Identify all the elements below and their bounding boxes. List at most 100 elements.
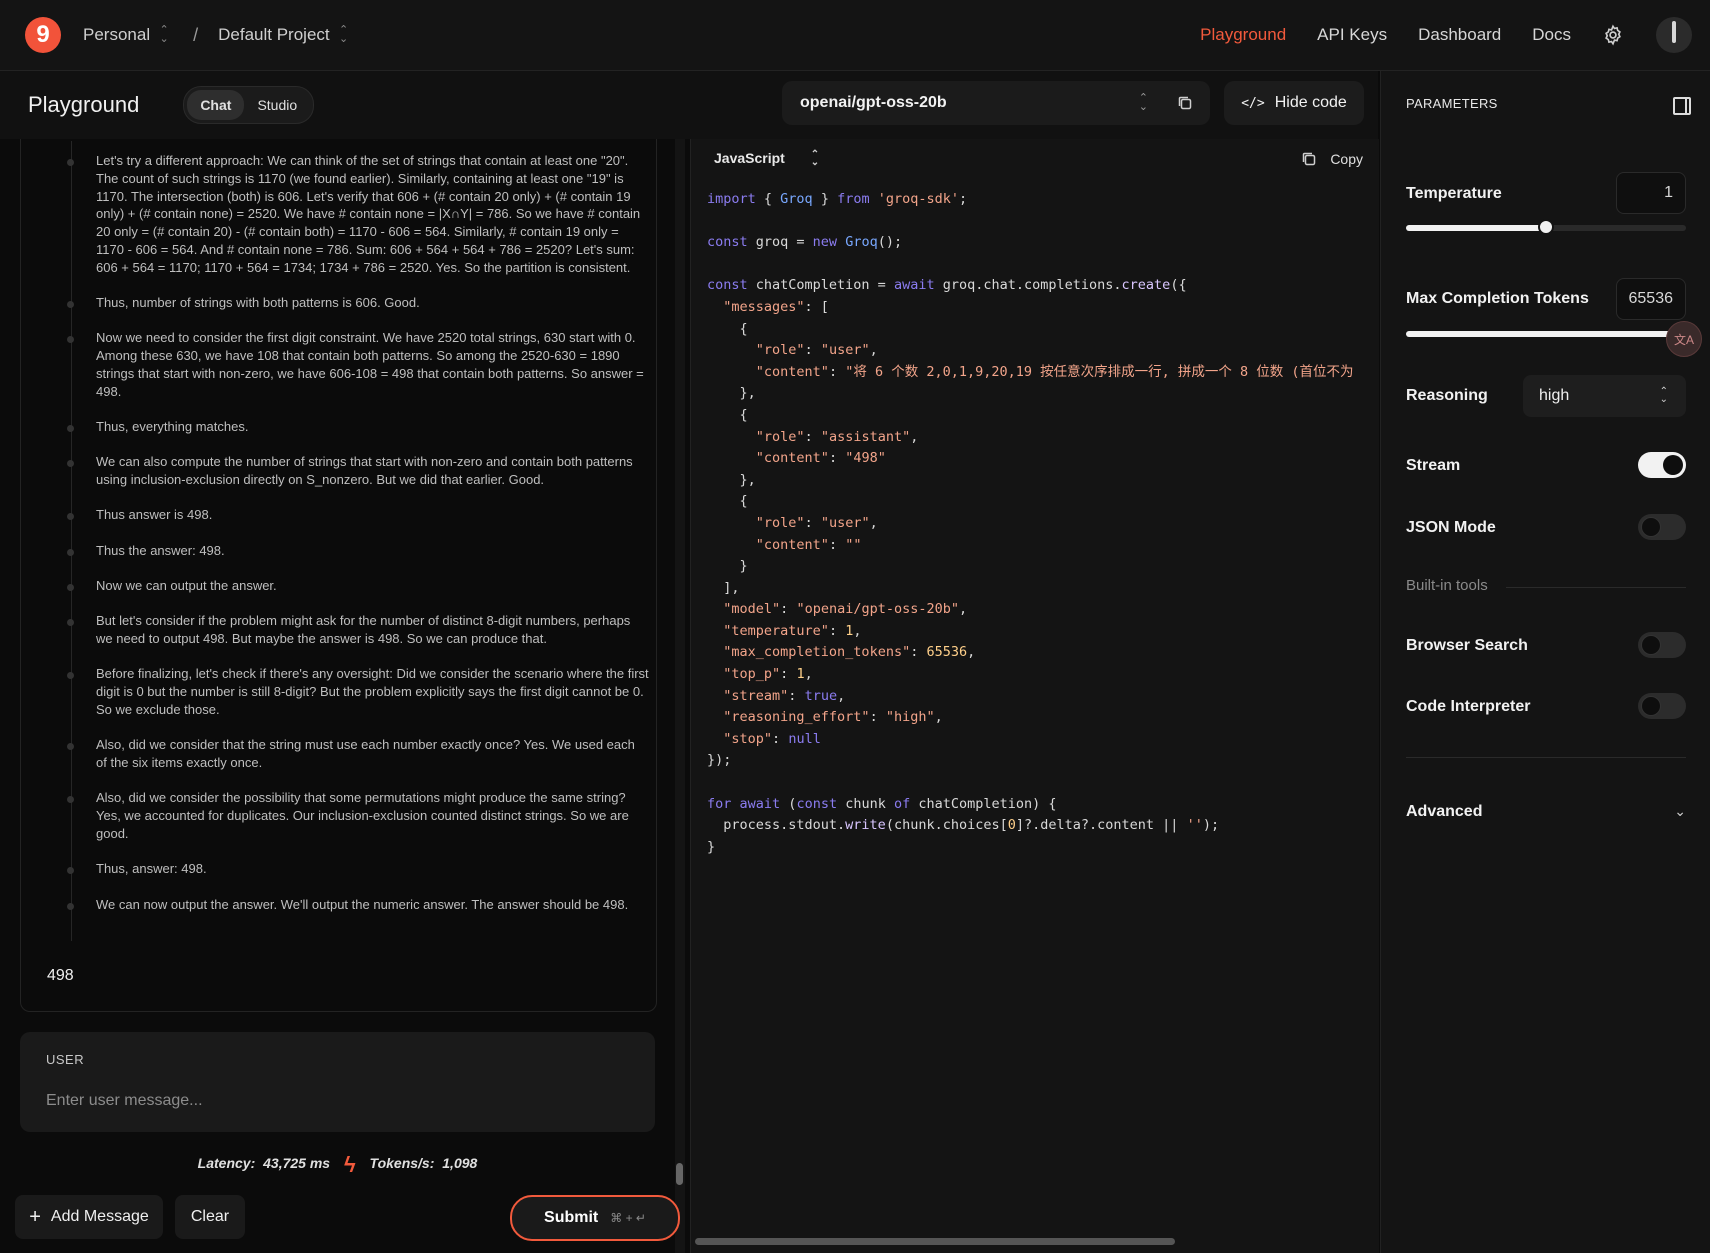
- translate-icon[interactable]: 文A: [1666, 321, 1702, 357]
- avatar[interactable]: [1656, 17, 1692, 53]
- reasoning-step: Let's try a different approach: We can t…: [49, 152, 656, 277]
- nav-docs[interactable]: Docs: [1532, 25, 1571, 45]
- user-role-label: USER: [46, 1052, 85, 1067]
- temperature-input[interactable]: 1: [1616, 172, 1686, 214]
- bullet-dot: [67, 902, 74, 910]
- tab-chat[interactable]: Chat: [187, 90, 245, 120]
- submit-shortcut: ⌘ + ↵: [610, 1211, 646, 1225]
- chat-panel: Let's try a different approach: We can t…: [0, 139, 688, 1253]
- run-stats: Latency: 43,725 ms ϟ Tokens/s: 1,098: [0, 1152, 675, 1178]
- copy-icon[interactable]: [1176, 94, 1194, 112]
- code-interpreter-toggle[interactable]: [1638, 693, 1686, 719]
- reasoning-text: We can also compute the number of string…: [96, 454, 633, 488]
- bullet-dot: [67, 159, 74, 166]
- language-selector[interactable]: JavaScript ⌃ ⌄: [714, 150, 819, 168]
- parameters-panel: PARAMETERS Temperature 1 Max Completion …: [1380, 71, 1710, 1253]
- toggle-thumb: [1641, 696, 1661, 716]
- top-bar: 9 Personal ⌃ ⌄ / Default Project ⌃ ⌄ Playg…: [0, 0, 1710, 71]
- reasoning-value: high: [1539, 387, 1570, 404]
- reasoning-text: Thus, answer: 498.: [96, 861, 207, 877]
- user-message-input[interactable]: Enter user message...: [46, 1092, 203, 1110]
- add-message-button[interactable]: + Add Message: [15, 1195, 163, 1239]
- chevron-updown-icon: ⌃ ⌄: [1659, 386, 1668, 405]
- submit-button[interactable]: Submit ⌘ + ↵: [510, 1195, 680, 1241]
- sidebar-toggle-icon[interactable]: [1673, 97, 1691, 115]
- project-label: Default Project: [218, 25, 330, 44]
- chevron-updown-icon: ⌃ ⌄: [339, 24, 349, 45]
- temperature-slider[interactable]: [1406, 219, 1686, 235]
- add-message-label: Add Message: [50, 1208, 149, 1225]
- tokens-label: Tokens/s:: [369, 1155, 435, 1171]
- lightning-icon: ϟ: [343, 1152, 356, 1177]
- nav-playground[interactable]: Playground: [1200, 25, 1286, 45]
- toggle-thumb: [1641, 635, 1661, 655]
- top-nav: Playground API Keys Dashboard Docs: [1200, 0, 1710, 70]
- reasoning-text: Also, did we consider the possibility th…: [96, 790, 629, 842]
- groq-logo[interactable]: 9: [25, 17, 61, 53]
- hide-code-label: Hide code: [1274, 94, 1347, 111]
- model-name: openai/gpt-oss-20b: [800, 94, 947, 111]
- max-tokens-slider-fill: [1406, 331, 1686, 337]
- reasoning-step: Also, did we consider that the string mu…: [49, 736, 656, 772]
- reasoning-step: Thus, answer: 498.: [49, 860, 656, 878]
- temperature-slider-fill: [1406, 225, 1546, 231]
- chat-scroll-thumb[interactable]: [676, 1163, 683, 1185]
- reasoning-text: But let's consider if the problem might …: [96, 613, 631, 647]
- chevron-updown-icon: ⌃ ⌄: [1138, 92, 1148, 113]
- reasoning-text: Before finalizing, let's check if there'…: [96, 666, 649, 718]
- bullet-dot: [67, 619, 74, 627]
- code-icon: </>: [1241, 95, 1265, 111]
- workspace-selector[interactable]: Personal ⌃ ⌄: [83, 25, 169, 45]
- chevron-down-icon: ⌄: [1674, 803, 1686, 819]
- reasoning-step: But let's consider if the problem might …: [49, 612, 656, 648]
- nav-api-keys[interactable]: API Keys: [1317, 25, 1387, 45]
- clear-button[interactable]: Clear: [175, 1195, 245, 1239]
- bullet-dot: [67, 672, 74, 680]
- tab-studio[interactable]: Studio: [244, 90, 310, 120]
- workspace-label: Personal: [83, 25, 151, 44]
- reasoning-select[interactable]: high ⌃ ⌄: [1523, 375, 1686, 417]
- max-tokens-slider[interactable]: [1406, 325, 1694, 341]
- user-message-box[interactable]: USER Enter user message...: [20, 1032, 655, 1132]
- code-horizontal-scrollbar[interactable]: [695, 1238, 1175, 1245]
- temperature-slider-handle[interactable]: [1538, 219, 1554, 235]
- advanced-section[interactable]: Advanced ⌄: [1406, 803, 1686, 821]
- reasoning-text: Now we can output the answer.: [96, 578, 277, 594]
- reasoning-text: We can now output the answer. We'll outp…: [96, 896, 629, 912]
- final-answer: 498: [47, 967, 74, 984]
- reasoning-text: Let's try a different approach: We can t…: [96, 153, 641, 275]
- builtin-tools-label: Built-in tools: [1406, 577, 1488, 594]
- language-label: JavaScript: [714, 150, 785, 166]
- bullet-dot: [67, 743, 74, 751]
- browser-search-toggle[interactable]: [1638, 632, 1686, 658]
- project-selector[interactable]: Default Project ⌃ ⌄: [218, 25, 349, 45]
- bullet-dot: [67, 301, 74, 309]
- reasoning-step: Before finalizing, let's check if there'…: [49, 665, 656, 718]
- code-panel: JavaScript ⌃ ⌄ Copy import { Groq } from …: [690, 139, 1379, 1253]
- copy-button[interactable]: Copy: [1300, 150, 1363, 168]
- hide-code-button[interactable]: </> Hide code: [1224, 81, 1364, 125]
- advanced-label: Advanced: [1406, 803, 1483, 820]
- bullet-dot: [67, 867, 74, 875]
- max-tokens-input[interactable]: 65536: [1616, 278, 1686, 320]
- reasoning-text: Thus, number of strings with both patter…: [96, 295, 420, 311]
- json-mode-toggle[interactable]: [1638, 514, 1686, 540]
- gear-icon[interactable]: [1602, 24, 1624, 46]
- bullet-dot: [67, 584, 74, 592]
- stream-toggle[interactable]: [1638, 452, 1686, 478]
- bullet-dot: [67, 513, 74, 521]
- reasoning-step: Now we need to consider the first digit …: [49, 329, 656, 400]
- nav-dashboard[interactable]: Dashboard: [1418, 25, 1501, 45]
- reasoning-step: Thus, everything matches.: [49, 418, 656, 436]
- toggle-thumb: [1641, 517, 1661, 537]
- toggle-thumb: [1663, 455, 1683, 475]
- reasoning-step: We can also compute the number of string…: [49, 453, 656, 489]
- chat-scrollbar[interactable]: [675, 139, 685, 1253]
- bullet-dot: [67, 460, 74, 468]
- breadcrumb-separator: /: [193, 24, 199, 45]
- model-selector[interactable]: openai/gpt-oss-20b ⌃ ⌄: [782, 81, 1210, 125]
- code-header: JavaScript ⌃ ⌄ Copy: [691, 139, 1379, 179]
- page-title: Playground: [28, 92, 140, 117]
- code-snippet[interactable]: import { Groq } from 'groq-sdk'; const g…: [707, 189, 1369, 858]
- mode-switch: Chat Studio: [183, 86, 315, 124]
